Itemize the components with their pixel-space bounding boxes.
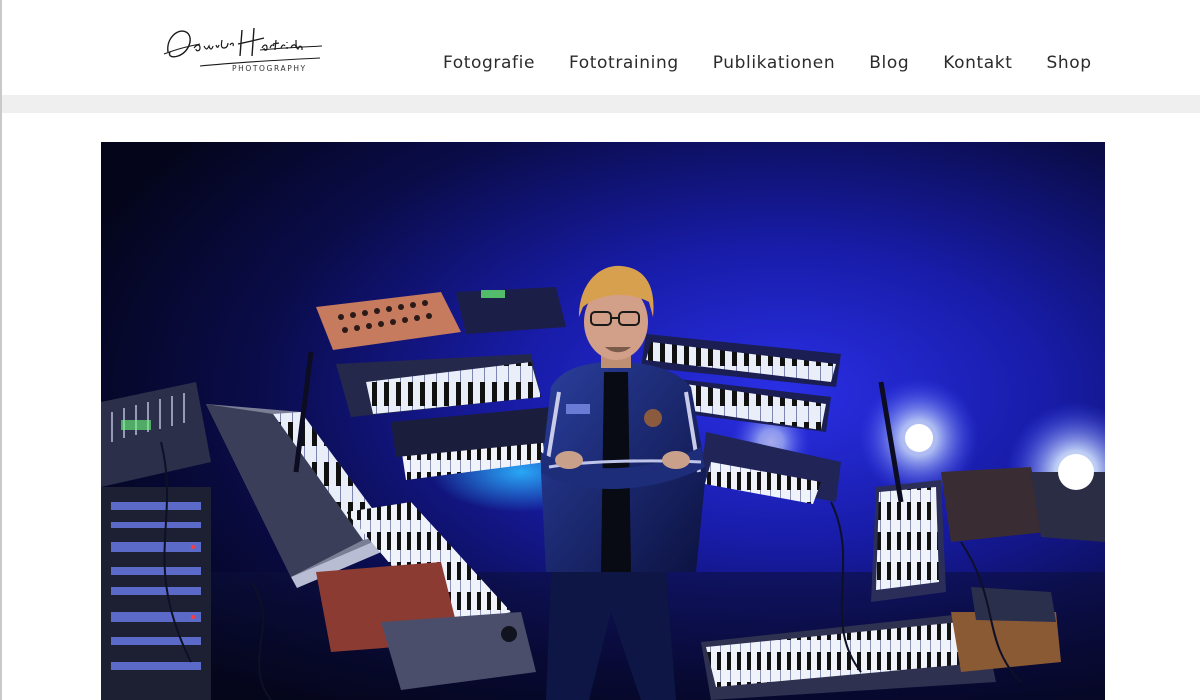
nav-item-fotografie[interactable]: Fotografie: [443, 53, 535, 73]
header-divider-band: [2, 95, 1200, 113]
nav-item-kontakt[interactable]: Kontakt: [943, 53, 1012, 73]
page: PHOTOGRAPHY Fotografie Fototraining Publ…: [0, 0, 1200, 700]
nav-item-publikationen[interactable]: Publikationen: [713, 53, 836, 73]
main-navigation: Fotografie Fototraining Publikationen Bl…: [443, 53, 1092, 73]
hero-image: [101, 142, 1105, 700]
musician-with-synthesizers-photo: [101, 142, 1105, 700]
site-header: PHOTOGRAPHY Fotografie Fototraining Publ…: [2, 0, 1200, 95]
nav-item-shop[interactable]: Shop: [1047, 53, 1092, 73]
logo-subtitle: PHOTOGRAPHY: [232, 64, 307, 73]
nav-item-blog[interactable]: Blog: [869, 53, 909, 73]
site-logo[interactable]: PHOTOGRAPHY: [160, 18, 325, 78]
nav-item-fototraining[interactable]: Fototraining: [569, 53, 679, 73]
